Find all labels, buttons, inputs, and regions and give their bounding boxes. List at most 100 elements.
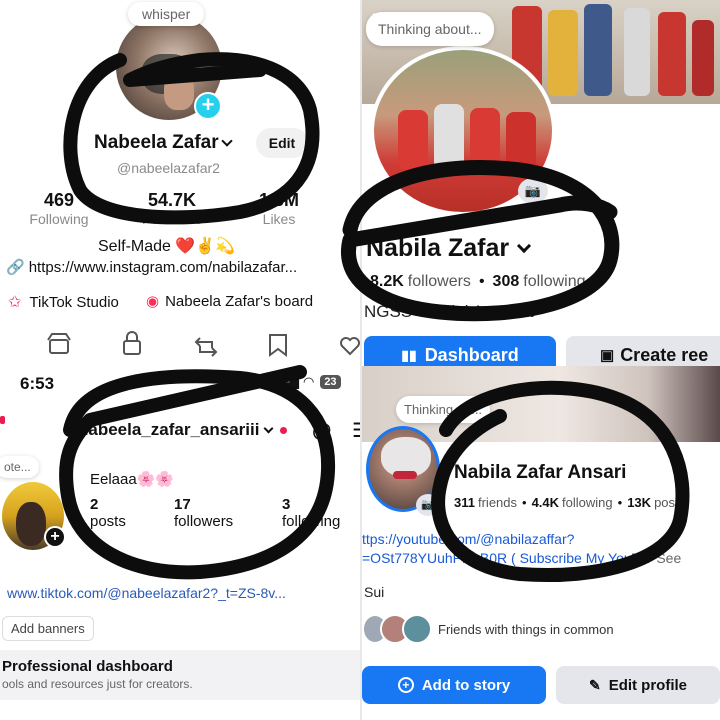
stat-label: Following (29, 211, 89, 227)
profile-bio: Sui (364, 584, 385, 600)
stat-label: following (282, 513, 341, 530)
unread-dot (280, 426, 288, 434)
profile-stats[interactable]: 311 friends • 4.4K following • 13K posts (454, 495, 685, 510)
camera-icon[interactable]: 📷 (416, 494, 440, 516)
add-story-button[interactable]: + (194, 92, 222, 120)
followers-label: followers (407, 273, 471, 290)
link-line-2: =OSt778YUuhPNbB0R ( Subscribe My YouT... (362, 550, 651, 566)
see-more-link[interactable]: See (656, 549, 681, 568)
display-name: Nabeela Zafar (94, 132, 219, 153)
battery-level: 23 (324, 376, 337, 388)
shop-icon[interactable] (47, 333, 71, 354)
studio-icon: ✩ (8, 294, 22, 311)
heart-icon[interactable] (340, 337, 360, 356)
stat-value: 1.6M (258, 190, 300, 210)
status-icons: ▂▄▆ ◠ 23 (276, 374, 341, 390)
profile-link[interactable]: 🔗 https://www.instagram.com/nabilazafar.… (6, 258, 298, 277)
followers-count: 8.2K (370, 273, 404, 290)
stat-value: 469 (43, 190, 75, 210)
add-story-label: Add to story (421, 676, 511, 694)
bio: Self-Made ❤️✌️💫 (98, 238, 236, 255)
reel-icon: ▣ (600, 347, 615, 364)
stat-label: followers (174, 513, 234, 530)
tiktok-studio-link[interactable]: ✩ TikTok Studio (8, 292, 119, 312)
chevron-down-icon (220, 135, 233, 147)
pencil-icon: ✎ (588, 676, 601, 693)
ig-profile-link[interactable]: www.tiktok.com/@nabeelazafar2?_t=ZS-8v..… (7, 585, 286, 601)
add-to-story-button[interactable]: + Add to story (362, 666, 546, 704)
chevron-down-icon (264, 423, 274, 433)
chevron-down-icon (517, 238, 532, 253)
page-name-row[interactable]: Nabila Zafar (366, 234, 532, 263)
facebook-profile-panel: Thinking ab... 📷 Nabila Zafar Ansari 311… (362, 366, 720, 720)
display-name-row[interactable]: Nabeela Zafar (94, 132, 233, 154)
banners-label: Add banners (11, 621, 85, 636)
back-icon[interactable]: ‹ (370, 6, 376, 27)
friends-label: friends (477, 495, 518, 510)
notification-dot-left (0, 416, 5, 424)
ig-stat-followers[interactable]: 17 followers (174, 496, 233, 530)
battery-icon: 23 (320, 375, 341, 389)
stat-value: 54.7K (147, 190, 197, 210)
username: @nabeelazafar2 (117, 160, 220, 176)
page-bio: NGSS Official Account (364, 302, 534, 321)
stat-label: posts (90, 513, 126, 530)
create-reel-button[interactable]: ▣ Create ree (566, 336, 720, 366)
ig-stat-following[interactable]: 3 following (282, 496, 340, 530)
create-label: Create ree (620, 344, 709, 365)
friends-common-label: Friends with things in common (438, 621, 614, 637)
repost-icon[interactable] (194, 337, 218, 357)
thinking-text: Thinking about... (378, 21, 482, 37)
friends-in-common[interactable]: Friends with things in common (362, 614, 614, 644)
stat-label: Followers (142, 211, 202, 227)
ig-note-text: ote... (4, 460, 31, 474)
following-count: 4.4K (531, 495, 560, 510)
studio-label: TikTok Studio (29, 293, 119, 311)
threads-icon[interactable]: @ (312, 420, 332, 443)
wifi-icon: ◠ (302, 374, 315, 389)
plus-circle-icon: + (397, 677, 414, 693)
stat-followers[interactable]: 54.7K Followers (130, 190, 214, 227)
edit-profile-button[interactable]: ✎ Edit profile (556, 666, 720, 704)
bookmark-icon[interactable] (269, 334, 287, 357)
facebook-page-panel: Thinking about... ‹ 📷 Nabila Zafar 8.2K … (362, 0, 720, 366)
stat-value: 3 (282, 496, 291, 513)
lock-icon[interactable] (123, 331, 141, 355)
camera-icon[interactable]: 📷 (518, 178, 548, 204)
account-switcher[interactable]: nabeela_zafar_ansariii (78, 420, 288, 440)
add-story-icon[interactable]: + (44, 526, 66, 548)
stat-value: 17 (174, 496, 191, 513)
youtube-link[interactable]: ttps://youtube.com/@nabilazaffar? =OSt77… (362, 530, 681, 568)
dashboard-button[interactable]: ▮▮ Dashboard (364, 336, 556, 366)
posts-count: 13K (627, 495, 652, 510)
stat-following[interactable]: 469 Following (22, 190, 96, 227)
ig-username: nabeela_zafar_ansariii (78, 420, 260, 439)
professional-dashboard[interactable]: Professional dashboard ools and resource… (0, 650, 360, 700)
link-text: https://www.instagram.com/nabilazafar... (28, 258, 298, 276)
dashboard-label: Dashboard (424, 344, 519, 365)
ig-stat-posts[interactable]: 2 posts (90, 496, 126, 530)
note-bubble[interactable]: whisper (128, 2, 205, 26)
board-icon: ◉ (146, 293, 160, 310)
status-time: 6:53 (20, 374, 55, 393)
friends-count: 311 (454, 495, 475, 510)
stat-likes[interactable]: 1.6M Likes (244, 190, 314, 227)
ig-bio-name: Eelaaa🌸🌸 (90, 471, 175, 488)
stat-label: Likes (262, 211, 296, 227)
link-icon: 🔗 (6, 259, 25, 276)
profile-tabs (47, 331, 360, 357)
instagram-profile-panel: 6:53 ▂▄▆ ◠ 23 nabeela_zafar_ansariii @ ☰… (0, 362, 360, 720)
thinking-bubble[interactable]: Thinking about... (366, 12, 494, 46)
follow-stats[interactable]: 8.2K followers • 308 following (370, 273, 586, 291)
ig-note-bubble[interactable]: ote... (0, 456, 39, 478)
link-line-1: ttps://youtube.com/@nabilazaffar? (362, 531, 575, 547)
edit-button[interactable]: Edit (256, 128, 308, 158)
thinking-bubble[interactable]: Thinking ab... (396, 396, 491, 423)
menu-icon[interactable]: ☰ (352, 418, 360, 443)
add-banners-chip[interactable]: Add banners (2, 616, 94, 641)
edit-profile-label: Edit profile (608, 676, 688, 694)
board-link[interactable]: ◉ Nabeela Zafar's board (146, 292, 313, 311)
dashboard-subtitle: ools and resources just for creators. (2, 677, 193, 691)
following-label: following (523, 273, 586, 290)
note-text: whisper (142, 6, 191, 22)
